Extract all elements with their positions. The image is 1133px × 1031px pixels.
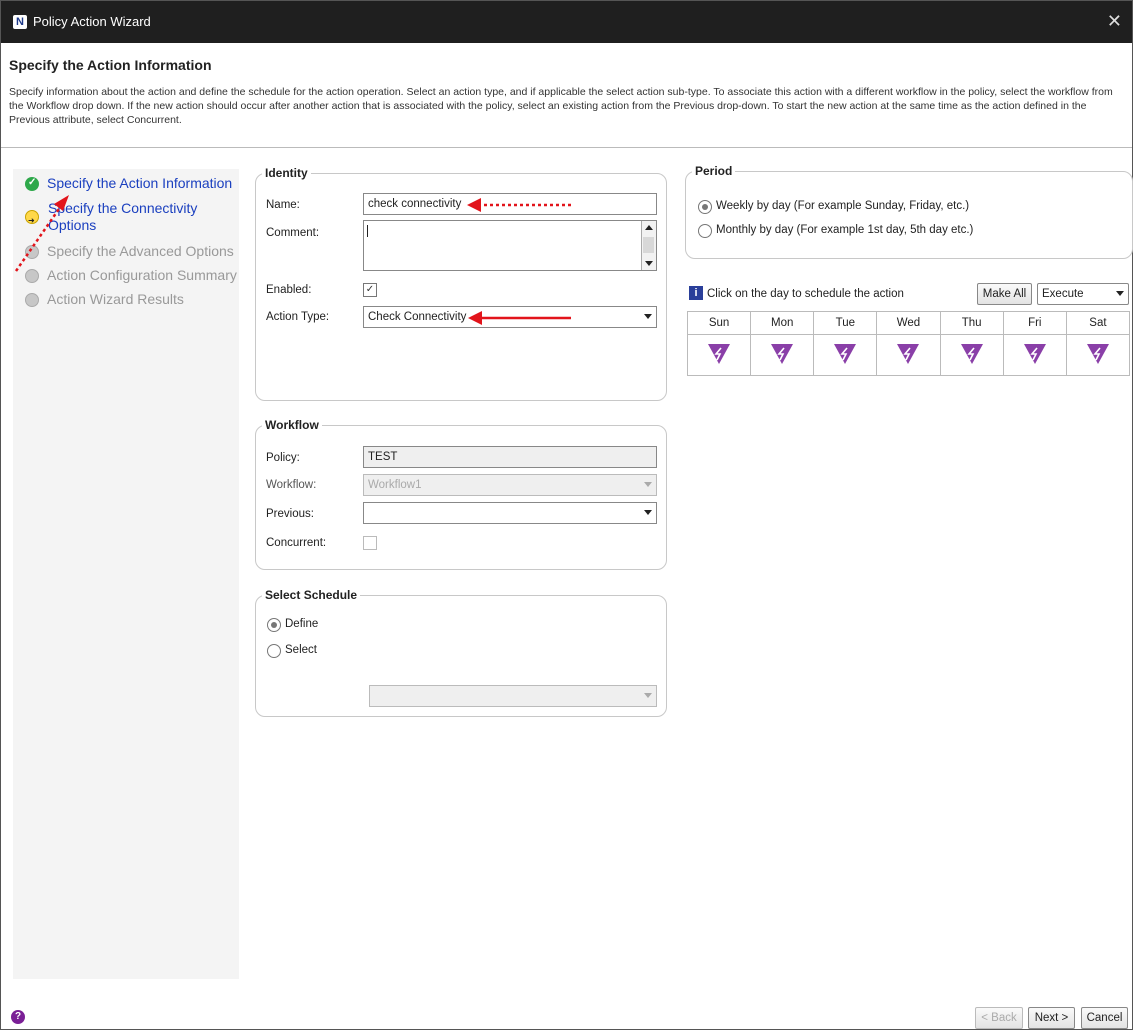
back-button: < Back <box>975 1007 1023 1029</box>
name-annotation-arrow <box>467 198 571 212</box>
cancel-button[interactable]: Cancel <box>1081 1007 1128 1029</box>
action-type-annotation-arrow <box>468 311 571 325</box>
next-button[interactable]: Next > <box>1028 1007 1075 1029</box>
help-icon[interactable]: ? <box>11 1010 25 1024</box>
policy-action-wizard-window: N Policy Action Wizard ✕ Specify the Act… <box>0 0 1133 1030</box>
annotation-overlay <box>14 195 571 325</box>
step-annotation-arrow <box>14 195 69 272</box>
